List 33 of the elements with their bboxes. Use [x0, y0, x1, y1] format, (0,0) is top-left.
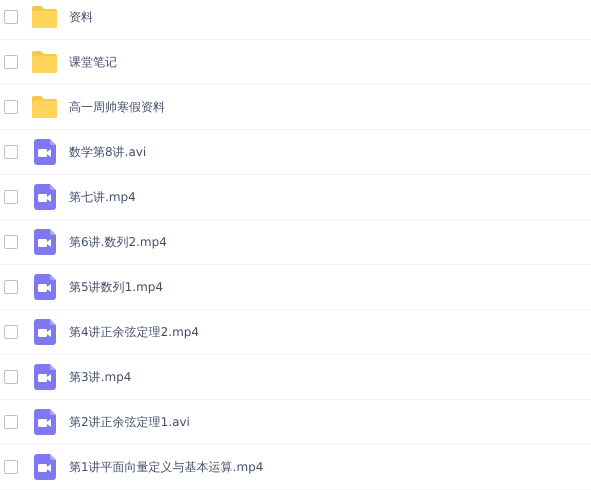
checkbox[interactable]: [4, 325, 18, 339]
checkbox[interactable]: [4, 190, 18, 204]
file-name[interactable]: 第七讲.mp4: [69, 188, 136, 206]
video-file-icon: [34, 229, 56, 255]
folder-icon: [31, 96, 58, 118]
video-file-icon: [34, 139, 56, 165]
checkbox[interactable]: [4, 100, 18, 114]
file-name[interactable]: 第4讲正余弦定理2.mp4: [69, 323, 200, 341]
file-name[interactable]: 第5讲数列1.mp4: [69, 278, 164, 296]
video-file-icon: [34, 454, 56, 480]
folder-icon: [31, 51, 58, 73]
folder-icon: [31, 6, 58, 28]
checkbox[interactable]: [4, 10, 18, 24]
checkbox[interactable]: [4, 55, 18, 69]
file-name[interactable]: 第6讲.数列2.mp4: [69, 233, 167, 251]
video-file-icon: [34, 364, 56, 390]
checkbox[interactable]: [4, 370, 18, 384]
checkbox[interactable]: [4, 460, 18, 474]
checkbox[interactable]: [4, 415, 18, 429]
checkbox[interactable]: [4, 145, 18, 159]
file-name[interactable]: 课堂笔记: [69, 53, 117, 71]
video-file-icon: [34, 274, 56, 300]
file-name[interactable]: 数学第8讲.avi: [69, 143, 146, 161]
checkbox[interactable]: [4, 280, 18, 294]
video-file-icon: [34, 319, 56, 345]
checkbox[interactable]: [4, 235, 18, 249]
file-name[interactable]: 高一周帅寒假资料: [69, 98, 165, 116]
file-name[interactable]: 第2讲正余弦定理1.avi: [69, 413, 190, 431]
video-file-icon: [34, 409, 56, 435]
file-name[interactable]: 第1讲平面向量定义与基本运算.mp4: [69, 458, 264, 476]
file-name[interactable]: 第3讲.mp4: [69, 368, 132, 386]
video-file-icon: [34, 184, 56, 210]
file-name[interactable]: 资料: [69, 8, 93, 26]
